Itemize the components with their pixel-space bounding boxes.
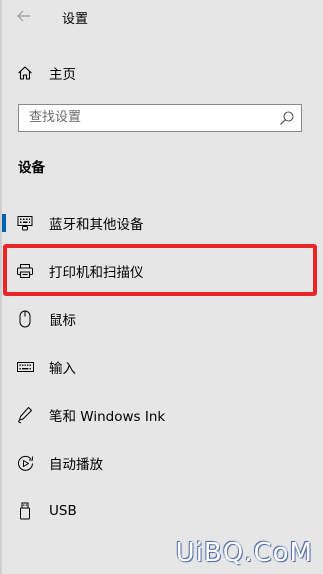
active-indicator	[2, 454, 6, 472]
active-indicator	[2, 214, 6, 232]
autoplay-icon	[16, 454, 34, 472]
nav-item-label: 输入	[49, 361, 76, 377]
active-indicator	[2, 358, 6, 376]
settings-window: 设置 主页 设备	[0, 0, 323, 574]
watermark: UiBQ.CoM	[175, 538, 313, 568]
back-arrow-icon	[17, 10, 31, 22]
back-button[interactable]	[14, 6, 34, 26]
nav-item-label: USB	[49, 503, 77, 519]
nav-home-label: 主页	[49, 67, 76, 83]
nav-item-label: 蓝牙和其他设备	[49, 217, 144, 233]
search-box[interactable]	[18, 104, 302, 132]
nav-item-usb[interactable]: USB	[0, 491, 323, 531]
nav-home[interactable]: 主页	[0, 56, 323, 90]
keyboard-icon	[16, 358, 34, 376]
nav-item-label: 自动播放	[49, 457, 103, 473]
nav-item-label: 鼠标	[49, 313, 76, 329]
section-title: 设备	[18, 160, 45, 176]
highlight-annotation	[3, 244, 317, 296]
search-icon[interactable]	[279, 110, 295, 126]
home-icon	[16, 64, 34, 82]
nav-item-mouse[interactable]: 鼠标	[0, 299, 323, 339]
mouse-icon	[16, 310, 34, 328]
keyboard-device-icon	[16, 214, 34, 232]
search-input[interactable]	[19, 105, 279, 130]
window-title: 设置	[62, 12, 89, 27]
active-indicator	[2, 406, 6, 424]
nav-item-label: 笔和 Windows Ink	[49, 409, 166, 425]
active-indicator	[2, 502, 6, 520]
pen-icon	[16, 406, 34, 424]
nav-item-autoplay[interactable]: 自动播放	[0, 443, 323, 483]
usb-icon	[16, 502, 34, 520]
title-bar: 设置	[0, 0, 323, 32]
nav-item-bluetooth[interactable]: 蓝牙和其他设备	[0, 203, 323, 243]
active-indicator	[2, 310, 6, 328]
nav-item-pen[interactable]: 笔和 Windows Ink	[0, 395, 323, 435]
nav-item-typing[interactable]: 输入	[0, 347, 323, 387]
